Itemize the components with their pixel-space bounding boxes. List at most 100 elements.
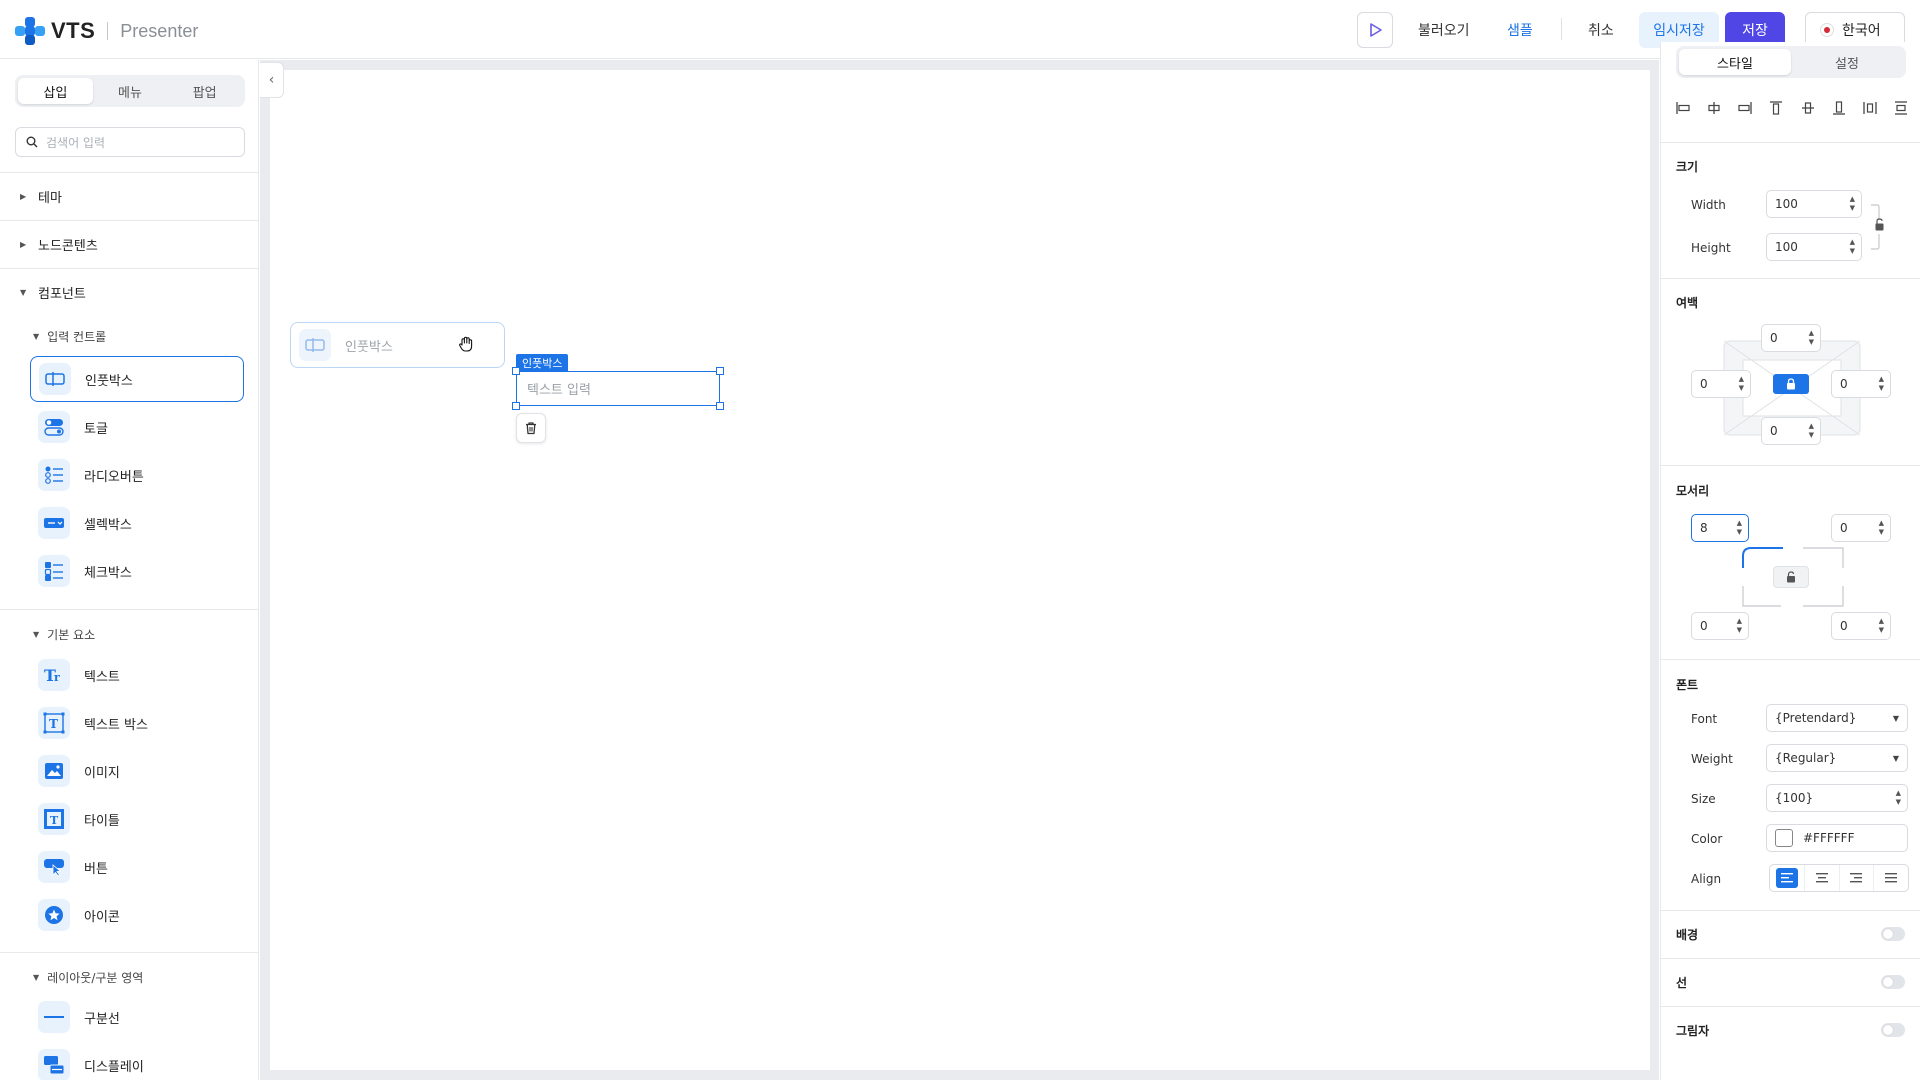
search-input[interactable]: 검색어 입력	[15, 127, 245, 157]
component-title[interactable]: T 타이틀	[30, 796, 244, 842]
text-align-justify-icon	[1885, 873, 1898, 883]
corner-bottom-left-input[interactable]: 0 ▲ ▼	[1691, 612, 1749, 640]
font-color-input[interactable]: #FFFFFF	[1766, 824, 1908, 852]
text-align-center-button[interactable]	[1805, 865, 1840, 891]
corner-lock-button[interactable]	[1773, 566, 1809, 588]
component-button[interactable]: 버튼	[30, 844, 244, 890]
width-input[interactable]: 100 ▲ ▼	[1766, 190, 1862, 218]
line-toggle[interactable]	[1881, 975, 1905, 989]
sample-button[interactable]: 샘플	[1507, 20, 1533, 40]
tab-popup[interactable]: 팝업	[167, 78, 242, 104]
stepper-icon[interactable]: ▲ ▼	[1809, 329, 1814, 347]
tab-style[interactable]: 스타일	[1679, 49, 1791, 75]
component-text[interactable]: Tr 텍스트	[30, 652, 244, 698]
align-top-icon[interactable]	[1768, 100, 1784, 116]
item-label: 버튼	[84, 861, 108, 877]
collapse-panel-button[interactable]: ‹	[260, 62, 284, 98]
margin-bottom-input[interactable]: 0 ▲ ▼	[1761, 417, 1821, 445]
font-color-value: #FFFFFF	[1803, 831, 1855, 845]
text-align-right-button[interactable]	[1840, 865, 1875, 891]
font-family-select[interactable]: {Pretendard} ▼	[1766, 704, 1908, 732]
stepper-icon[interactable]: ▲ ▼	[1809, 422, 1814, 440]
logo-icon	[15, 17, 45, 45]
component-icon[interactable]: 아이콘	[30, 892, 244, 938]
align-bottom-icon[interactable]	[1831, 100, 1847, 116]
margin-lock-button[interactable]	[1773, 374, 1809, 394]
canvas-inputbox[interactable]: 텍스트 입력	[516, 371, 720, 406]
group-basic-elements[interactable]: ▼ 기본 요소	[33, 626, 95, 643]
svg-text:T: T	[49, 717, 58, 731]
stepper-icon[interactable]: ▲ ▼	[1739, 375, 1744, 393]
delete-element-button[interactable]	[516, 413, 546, 443]
align-middle-v-icon[interactable]	[1800, 100, 1816, 116]
corner-bottom-left-value: 0	[1700, 619, 1708, 633]
section-node-contents[interactable]: ▶ 노드콘텐츠	[0, 220, 258, 268]
divider	[1661, 465, 1920, 466]
distribute-vertical-icon[interactable]	[1893, 100, 1909, 116]
font-size-input[interactable]: {100} ▲ ▼	[1766, 784, 1908, 812]
resize-handle-top-right[interactable]	[716, 367, 724, 375]
canvas-page[interactable]	[270, 70, 1650, 1070]
component-selectbox[interactable]: 셀렉박스	[30, 500, 244, 546]
corner-top-left-input[interactable]: 8 ▲ ▼	[1691, 514, 1749, 542]
text-align-left-button[interactable]	[1770, 865, 1805, 891]
weight-label: Weight	[1691, 752, 1733, 766]
language-label: 한국어	[1842, 23, 1881, 39]
height-input[interactable]: 100 ▲ ▼	[1766, 233, 1862, 261]
corner-bottom-right-input[interactable]: 0 ▲ ▼	[1831, 612, 1891, 640]
resize-handle-bottom-right[interactable]	[716, 402, 724, 410]
stepper-icon[interactable]: ▲ ▼	[1737, 519, 1742, 537]
group-layout[interactable]: ▼ 레이아웃/구분 영역	[33, 969, 143, 986]
stepper-icon[interactable]: ▲ ▼	[1737, 617, 1742, 635]
tab-menu[interactable]: 메뉴	[93, 78, 168, 104]
svg-text:T: T	[50, 814, 59, 827]
font-weight-select[interactable]: {Regular} ▼	[1766, 744, 1908, 772]
caret-down-icon: ▼	[33, 973, 40, 982]
section-theme[interactable]: ▶ 테마	[0, 172, 258, 220]
item-label: 디스플레이	[84, 1059, 144, 1075]
text-icon: Tr	[38, 659, 70, 691]
margin-left-input[interactable]: 0 ▲ ▼	[1691, 370, 1751, 398]
corner-top-right-input[interactable]: 0 ▲ ▼	[1831, 514, 1891, 542]
divider	[1661, 910, 1920, 911]
stepper-icon[interactable]: ▲ ▼	[1850, 195, 1855, 213]
resize-handle-bottom-left[interactable]	[512, 402, 520, 410]
resize-handle-top-left[interactable]	[512, 367, 520, 375]
component-textbox[interactable]: T 텍스트 박스	[30, 700, 244, 746]
stepper-icon[interactable]: ▲ ▼	[1879, 519, 1884, 537]
play-icon	[1370, 23, 1382, 37]
stepper-icon[interactable]: ▲ ▼	[1879, 375, 1884, 393]
margin-top-input[interactable]: 0 ▲ ▼	[1761, 324, 1821, 352]
aspect-lock-icon[interactable]	[1869, 204, 1891, 250]
align-left-icon[interactable]	[1675, 100, 1691, 116]
group-input-controls[interactable]: ▼ 입력 컨트롤	[33, 328, 106, 345]
stepper-icon[interactable]: ▲ ▼	[1896, 789, 1901, 807]
align-right-icon[interactable]	[1737, 100, 1753, 116]
text-align-justify-button[interactable]	[1874, 865, 1908, 891]
line-section-title: 선	[1676, 976, 1688, 990]
lock-icon	[1787, 378, 1795, 390]
margin-right-input[interactable]: 0 ▲ ▼	[1831, 370, 1891, 398]
left-panel-tabs: 삽입 메뉴 팝업	[15, 75, 245, 107]
tab-settings[interactable]: 설정	[1791, 49, 1903, 75]
size-label: Size	[1691, 792, 1716, 806]
section-components[interactable]: ▼ 컴포넌트	[0, 268, 258, 316]
align-center-h-icon[interactable]	[1706, 100, 1722, 116]
stepper-icon[interactable]: ▲ ▼	[1879, 617, 1884, 635]
preview-play-button[interactable]	[1357, 12, 1393, 48]
stepper-icon[interactable]: ▲ ▼	[1850, 238, 1855, 256]
component-radio[interactable]: 라디오버튼	[30, 452, 244, 498]
component-image[interactable]: 이미지	[30, 748, 244, 794]
cancel-button[interactable]: 취소	[1588, 20, 1614, 40]
component-inputbox[interactable]: 인풋박스	[30, 356, 244, 402]
load-button[interactable]: 불러오기	[1418, 20, 1470, 40]
color-swatch[interactable]	[1775, 829, 1793, 847]
tab-insert[interactable]: 삽입	[18, 78, 93, 104]
component-toggle[interactable]: 토글	[30, 404, 244, 450]
component-checkbox[interactable]: 체크박스	[30, 548, 244, 594]
background-toggle[interactable]	[1881, 927, 1905, 941]
shadow-toggle[interactable]	[1881, 1023, 1905, 1037]
component-divider[interactable]: 구분선	[30, 994, 244, 1040]
distribute-horizontal-icon[interactable]	[1862, 100, 1878, 116]
component-display[interactable]: 디스플레이	[30, 1042, 244, 1080]
